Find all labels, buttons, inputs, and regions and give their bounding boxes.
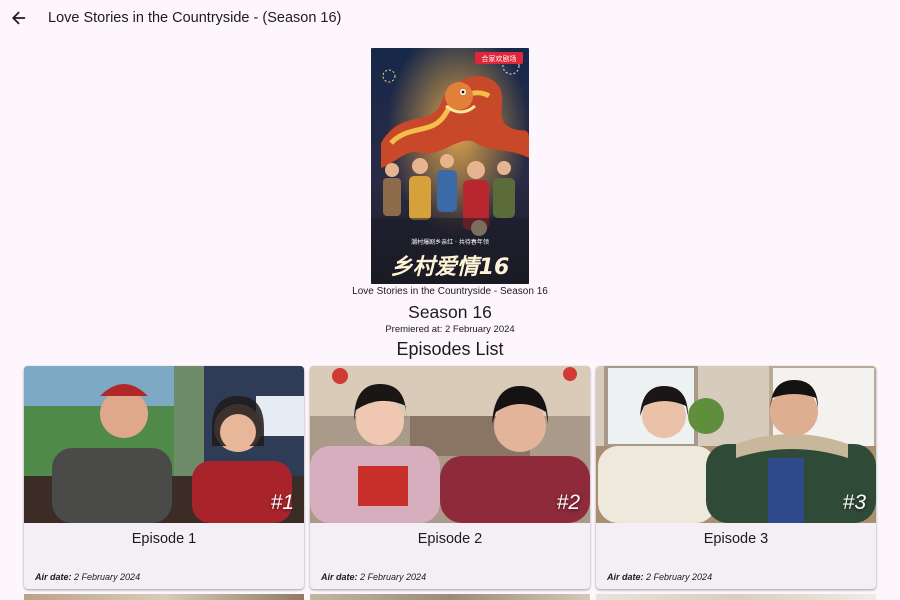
app-bar: Love Stories in the Countryside - (Seaso…: [0, 0, 900, 38]
page-title: Love Stories in the Countryside - (Seaso…: [48, 10, 342, 26]
poster-caption: Love Stories in the Countryside - Season…: [352, 286, 548, 297]
episode-card[interactable]: #2 Episode 2 Air date: 2 February 2024: [310, 366, 590, 589]
episode-thumbnail: [24, 366, 304, 523]
air-date-value: 2 February 2024: [360, 572, 427, 582]
season-title: Season 16: [408, 302, 492, 322]
episode-number: #2: [556, 491, 580, 514]
episode-thumbnail: [596, 366, 876, 523]
air-date-value: 2 February 2024: [74, 572, 141, 582]
premiere-date: Premiered at: 2 February 2024: [385, 324, 515, 335]
episode-card-partial[interactable]: [310, 594, 590, 600]
episode-title: Episode 3: [703, 531, 769, 547]
air-date: Air date: 2 February 2024: [321, 572, 426, 582]
episode-card-partial[interactable]: [596, 594, 876, 600]
back-button[interactable]: [8, 7, 30, 29]
episode-card-partial[interactable]: [24, 594, 304, 600]
episodes-heading: Episodes List: [396, 339, 504, 359]
episode-number: #1: [270, 491, 294, 514]
air-date-label: Air date:: [35, 572, 72, 582]
poster-title: 乡村爱情16: [391, 255, 510, 280]
air-date-label: Air date:: [607, 572, 644, 582]
poster-tagline: 潮村爆剧乡亲红 · 共待春年领: [411, 238, 489, 246]
episode-card[interactable]: #1 Episode 1 Air date: 2 February 2024: [24, 366, 304, 589]
episode-number: #3: [842, 491, 866, 514]
arrow-left-icon: [12, 11, 26, 25]
episode-title: Episode 2: [417, 531, 483, 547]
air-date: Air date: 2 February 2024: [607, 572, 712, 582]
air-date: Air date: 2 February 2024: [35, 572, 140, 582]
season-poster: 合家欢剧场 潮村爆剧乡亲红 · 共待春年领 乡村爱情16: [371, 48, 529, 284]
episode-thumbnail: [310, 366, 590, 523]
episode-card[interactable]: #3 Episode 3 Air date: 2 February 2024: [596, 366, 876, 589]
air-date-label: Air date:: [321, 572, 358, 582]
air-date-value: 2 February 2024: [646, 572, 713, 582]
episode-title: Episode 1: [131, 531, 197, 547]
poster-badge: 合家欢剧场: [482, 54, 517, 63]
